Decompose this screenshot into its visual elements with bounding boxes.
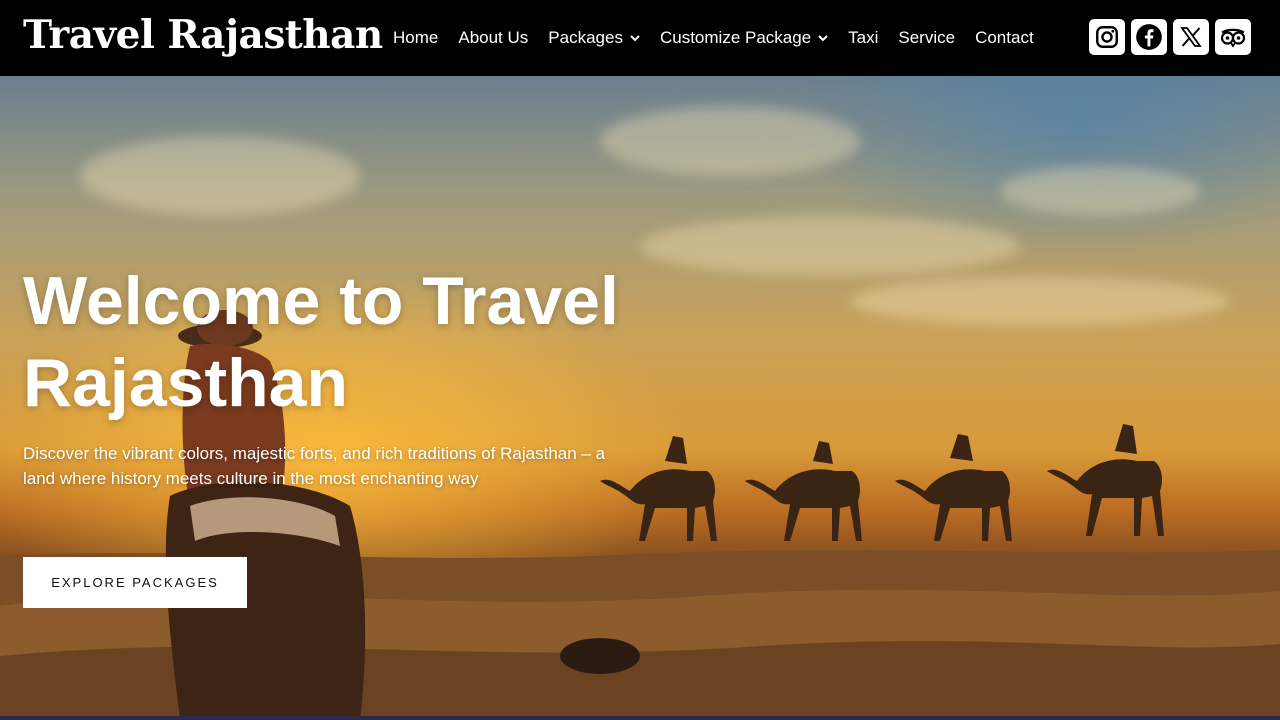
cloud [600, 106, 860, 176]
nav-contact[interactable]: Contact [965, 28, 1044, 48]
site-header: Travel Rajasthan Home About Us Packages … [0, 0, 1280, 76]
chevron-down-icon [630, 35, 640, 42]
nav-about-us[interactable]: About Us [448, 28, 538, 48]
cloud [850, 276, 1230, 326]
nav-taxi[interactable]: Taxi [838, 28, 888, 48]
hero-section: Welcome to Travel Rajasthan Discover the… [0, 76, 1280, 720]
nav-label: Customize Package [659, 28, 812, 47]
hero-description: Discover the vibrant colors, majestic fo… [23, 444, 606, 488]
explore-packages-button[interactable]: EXPLORE PACKAGES [23, 557, 247, 608]
nav-service[interactable]: Service [888, 28, 965, 48]
bottom-edge [0, 716, 1280, 720]
tripadvisor-icon[interactable] [1215, 19, 1251, 55]
nav-label: Contact [975, 28, 1034, 47]
nav-home[interactable]: Home [383, 28, 448, 48]
instagram-icon[interactable] [1089, 19, 1125, 55]
nav-label: About Us [458, 28, 529, 47]
nav-packages[interactable]: Packages [538, 28, 650, 48]
nav-customize-package[interactable]: Customize Package [650, 28, 838, 48]
camel-caravan-silhouette [600, 424, 1164, 541]
social-links [1089, 19, 1251, 55]
cloud [1000, 166, 1200, 216]
cloud [80, 136, 360, 216]
cloud [640, 216, 1020, 276]
shrub [560, 638, 640, 674]
hero-title: Welcome to Travel Rajasthan [23, 263, 619, 421]
nav-label: Home [393, 28, 439, 47]
site-logo[interactable]: Travel Rajasthan [23, 12, 383, 58]
nav-label: Packages [548, 28, 623, 47]
facebook-icon[interactable] [1131, 19, 1167, 55]
chevron-down-icon [818, 35, 828, 42]
main-nav: Home About Us Packages Customize Package… [383, 0, 1044, 76]
nav-label: Taxi [848, 28, 879, 47]
nav-label: Service [898, 28, 956, 47]
x-icon[interactable] [1173, 19, 1209, 55]
